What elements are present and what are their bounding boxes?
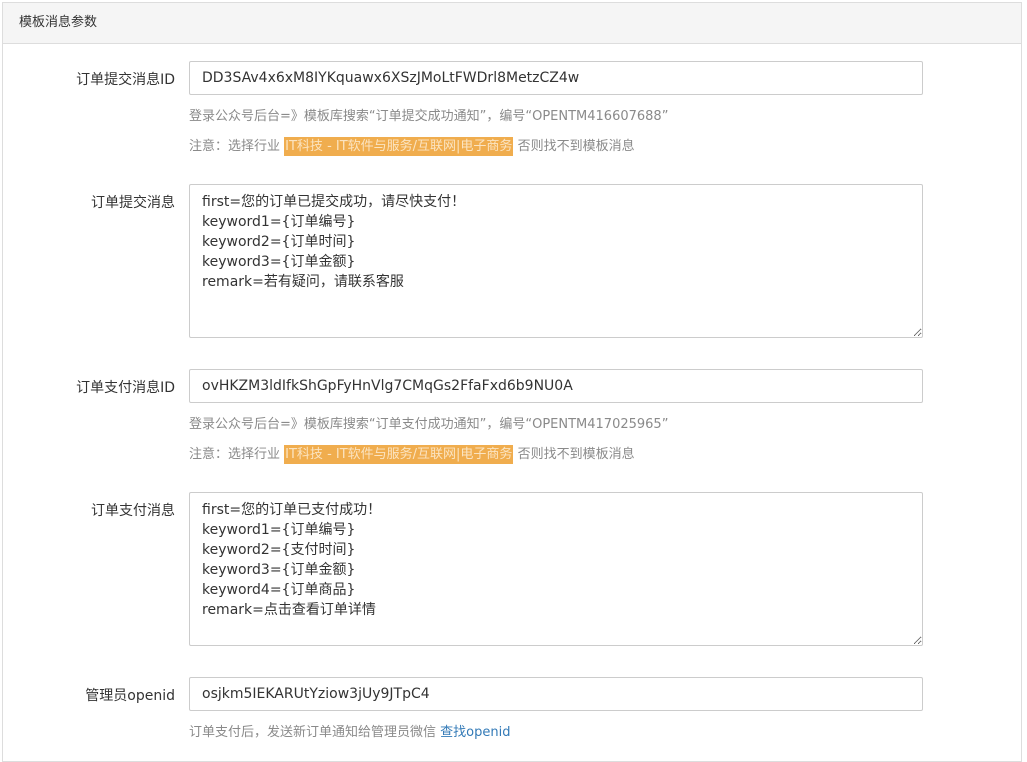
submit-id-note-suffix: 否则找不到模板消息 <box>517 139 635 154</box>
submit-id-input[interactable] <box>189 61 923 95</box>
pay-msg-label: 订单支付消息 <box>91 503 175 519</box>
find-openid-link[interactable]: 查找openid <box>440 725 510 740</box>
submit-id-note-prefix: 注意：选择行业 <box>189 139 281 154</box>
pay-id-input[interactable] <box>189 369 923 403</box>
submit-msg-label: 订单提交消息 <box>91 195 175 211</box>
pay-id-note-highlight: IT科技 - IT软件与服务/互联网|电子商务 <box>284 445 514 464</box>
submit-id-label: 订单提交消息ID <box>76 72 175 88</box>
admin-openid-input[interactable] <box>189 677 923 711</box>
pay-id-note: 注意：选择行业 IT科技 - IT软件与服务/互联网|电子商务 否则找不到模板消… <box>189 443 635 464</box>
submit-id-help: 登录公众号后台=》模板库搜索“订单提交成功通知”，编号“OPENTM416607… <box>189 109 669 124</box>
pay-id-help: 登录公众号后台=》模板库搜索“订单支付成功通知”，编号“OPENTM417025… <box>189 417 669 432</box>
admin-openid-label: 管理员openid <box>85 688 175 704</box>
admin-openid-help: 订单支付后，发送新订单通知给管理员微信 查找openid <box>189 721 510 740</box>
submit-msg-textarea[interactable]: first=您的订单已提交成功，请尽快支付！ keyword1={订单编号} k… <box>189 184 923 338</box>
admin-openid-help-text: 订单支付后，发送新订单通知给管理员微信 <box>189 725 437 740</box>
pay-msg-textarea[interactable]: first=您的订单已支付成功！ keyword1={订单编号} keyword… <box>189 492 923 646</box>
template-params-panel: 模板消息参数 订单提交消息ID 登录公众号后台=》模板库搜索“订单提交成功通知”… <box>2 2 1022 762</box>
pay-id-note-suffix: 否则找不到模板消息 <box>517 447 635 462</box>
submit-id-note: 注意：选择行业 IT科技 - IT软件与服务/互联网|电子商务 否则找不到模板消… <box>189 135 635 156</box>
panel-title: 模板消息参数 <box>3 3 1021 44</box>
pay-id-note-prefix: 注意：选择行业 <box>189 447 281 462</box>
pay-id-label: 订单支付消息ID <box>76 380 175 396</box>
submit-id-note-highlight: IT科技 - IT软件与服务/互联网|电子商务 <box>284 137 514 156</box>
